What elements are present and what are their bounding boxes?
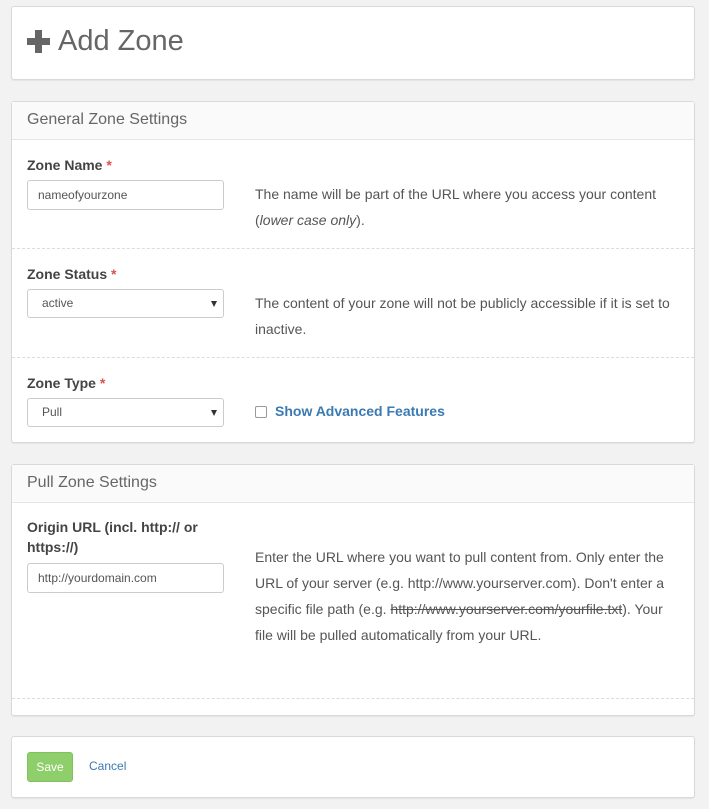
required-marker: * bbox=[111, 266, 117, 282]
pull-settings-heading: Pull Zone Settings bbox=[12, 465, 694, 503]
zone-name-row: Zone Name * The name will be part of the… bbox=[12, 140, 694, 249]
origin-url-label: Origin URL (incl. http:// or https://) bbox=[27, 519, 198, 555]
save-button[interactable]: Save bbox=[27, 752, 73, 782]
actions-panel: Save Cancel bbox=[11, 736, 695, 798]
origin-url-help: Enter the URL where you want to pull con… bbox=[255, 549, 665, 643]
caret-down-icon bbox=[211, 301, 217, 307]
zone-status-select[interactable]: active bbox=[27, 289, 224, 318]
origin-url-input[interactable] bbox=[27, 563, 224, 593]
zone-name-label: Zone Name * bbox=[27, 157, 112, 173]
zone-type-value: Pull bbox=[42, 405, 63, 419]
pull-settings-panel: Pull Zone Settings Origin URL (incl. htt… bbox=[11, 464, 695, 716]
zone-status-value: active bbox=[42, 296, 74, 310]
advanced-features-label[interactable]: Show Advanced Features bbox=[275, 403, 445, 419]
caret-down-icon bbox=[211, 410, 217, 416]
plus-icon bbox=[27, 30, 50, 53]
zone-type-label: Zone Type * bbox=[27, 375, 106, 391]
origin-url-row: Origin URL (incl. http:// or https://) E… bbox=[12, 503, 694, 699]
zone-status-row: Zone Status * active The content of your… bbox=[12, 249, 694, 358]
title-panel: Add Zone bbox=[11, 6, 695, 80]
advanced-features-checkbox[interactable] bbox=[255, 406, 267, 418]
zone-type-select[interactable]: Pull bbox=[27, 398, 224, 427]
general-settings-panel: General Zone Settings Zone Name * The na… bbox=[11, 101, 695, 443]
zone-status-label: Zone Status * bbox=[27, 266, 117, 282]
zone-status-help: The content of your zone will not be pub… bbox=[255, 295, 670, 337]
required-marker: * bbox=[106, 157, 112, 173]
page-title: Add Zone bbox=[27, 25, 184, 58]
general-settings-heading: General Zone Settings bbox=[12, 102, 694, 140]
zone-type-row: Zone Type * Pull Show Advanced Features bbox=[12, 358, 694, 442]
zone-name-input[interactable] bbox=[27, 180, 224, 210]
cancel-link[interactable]: Cancel bbox=[89, 759, 126, 773]
zone-name-help: The name will be part of the URL where y… bbox=[255, 186, 657, 228]
page-title-text: Add Zone bbox=[58, 25, 184, 57]
required-marker: * bbox=[99, 375, 106, 391]
